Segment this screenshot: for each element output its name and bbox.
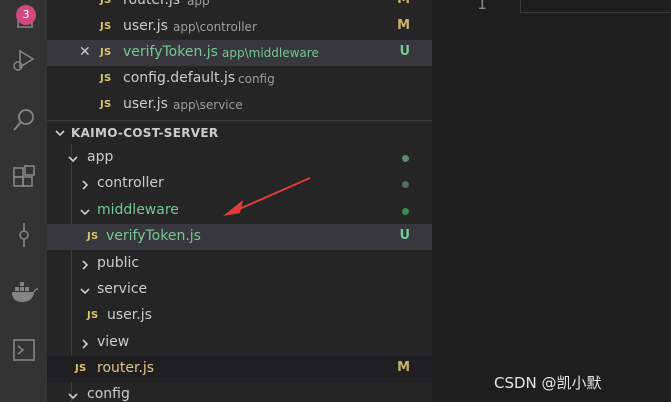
explorer-sidebar: JS router.js app M JS user.js app\contro… bbox=[47, 0, 432, 402]
activity-bar: 3 bbox=[0, 0, 47, 402]
source-control-icon[interactable] bbox=[0, 215, 47, 255]
watermark: CSDN @凯小默 bbox=[494, 374, 602, 392]
extensions-icon[interactable] bbox=[0, 157, 47, 197]
code-line-box bbox=[520, 0, 671, 13]
run-debug-icon[interactable] bbox=[0, 40, 47, 80]
terminal-icon[interactable] bbox=[0, 330, 47, 370]
annotation-arrow bbox=[223, 177, 311, 216]
editor-area[interactable]: 1 bbox=[432, 0, 671, 402]
line-number: 1 bbox=[477, 0, 487, 13]
notification-badge: 3 bbox=[16, 5, 36, 25]
docker-icon[interactable] bbox=[0, 272, 47, 312]
search-icon[interactable] bbox=[0, 100, 47, 140]
